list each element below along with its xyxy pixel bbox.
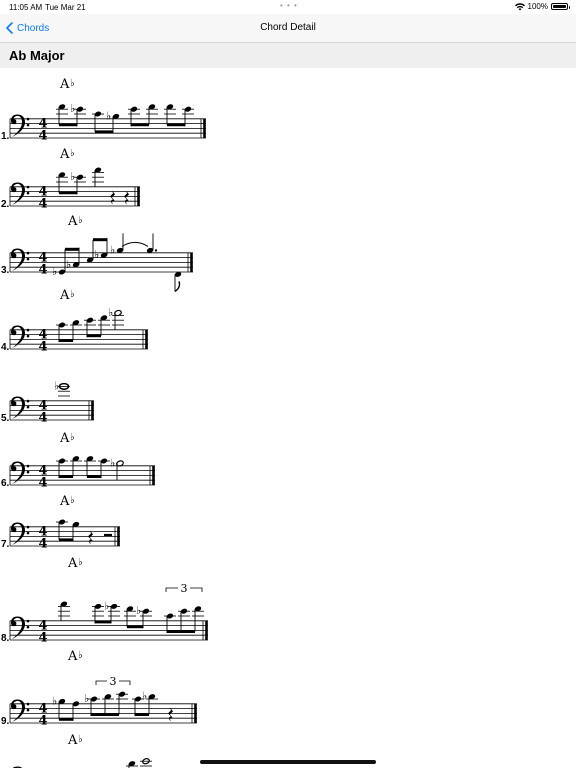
exercise-8: 8.A ♭♭ ♭3 <box>1 556 208 646</box>
exercise-number: 7. <box>1 539 10 550</box>
exercise-4: 4.A ♭♭ <box>1 288 148 355</box>
bass-clef-icon <box>11 522 30 546</box>
chord-symbol: A <box>67 733 78 748</box>
quarter-rest <box>124 190 129 205</box>
chord-symbol: A <box>67 214 78 229</box>
chord-flat: ♭ <box>78 650 83 661</box>
chord-flat: ♭ <box>78 734 83 745</box>
quarter-rest <box>110 190 115 205</box>
time-signature <box>38 618 48 646</box>
flat-accidental: ♭ <box>110 243 115 256</box>
bass-clef-icon <box>11 325 30 349</box>
flat-accidental: ♭ <box>142 690 147 703</box>
flat-accidental: ♭ <box>54 379 59 392</box>
flat-accidental: ♭ <box>136 604 141 617</box>
exercise-3: 3.A ♭♭♭♭ ♭ <box>1 214 193 292</box>
exercise-number: 1. <box>1 131 10 142</box>
tuplet-bracket <box>165 587 178 592</box>
chord-symbol: A <box>59 147 70 162</box>
chord-symbol: A <box>59 288 70 303</box>
bass-clef-icon <box>11 114 30 138</box>
bass-clef-icon <box>11 616 30 640</box>
exercise-number: 6. <box>1 478 10 489</box>
flat-accidental: ♭ <box>104 599 109 612</box>
tuplet-bracket <box>190 587 203 592</box>
chord-flat: ♭ <box>70 148 75 159</box>
time-signature <box>38 524 48 552</box>
chord-symbol: A <box>67 556 78 571</box>
flat-accidental: ♭ <box>52 694 57 707</box>
exercise-5: 5. ♭ <box>1 379 94 426</box>
time-signature <box>38 398 48 426</box>
flat-accidental: ♭ <box>70 170 75 183</box>
flat-accidental: ♭ <box>110 456 115 469</box>
tuplet-bracket <box>119 680 131 685</box>
quarter-rest <box>88 530 93 545</box>
flat-accidental: ♭ <box>52 265 57 278</box>
time-signature <box>38 184 48 212</box>
bass-clef-icon <box>11 248 30 272</box>
chord-flat: ♭ <box>70 78 75 89</box>
exercise-number: 5. <box>1 413 10 424</box>
flat-accidental: ♭ <box>84 692 89 705</box>
exercise-10: A ♭ <box>11 733 152 768</box>
chord-flat: ♭ <box>70 432 75 443</box>
quarter-rest <box>168 707 173 722</box>
tuplet-number: 3 <box>181 582 188 595</box>
chord-symbol: A <box>67 649 78 664</box>
exercise-9: 9.A ♭♭ ♭ ♭3 <box>1 649 197 729</box>
exercise-number: 9. <box>1 716 10 727</box>
bass-clef-icon <box>11 396 30 420</box>
tuplet-number: 3 <box>110 675 117 688</box>
exercise-number: 3. <box>1 265 10 276</box>
bass-clef-icon <box>11 699 30 723</box>
exercise-6: 6.A ♭♭ <box>1 431 155 491</box>
flat-accidental: ♭ <box>94 248 99 261</box>
half-rest <box>104 533 112 537</box>
exercise-number: 8. <box>1 633 10 644</box>
exercise-1: 1.A ♭♭♭ <box>1 77 206 144</box>
tuplet-bracket <box>95 680 107 685</box>
flat-accidental: ♭ <box>106 109 111 122</box>
chord-flat: ♭ <box>70 289 75 300</box>
exercise-number: 2. <box>1 199 10 210</box>
chord-symbol: A <box>59 494 70 509</box>
chord-flat: ♭ <box>78 557 83 568</box>
sheet-music: 4 4 1.A♭♭♭2.A♭♭3.A♭♭♭♭♭4.A♭♭5.♭6.A♭♭7.A♭… <box>1 77 208 768</box>
flat-accidental: ♭ <box>108 306 113 319</box>
time-signature <box>38 327 48 355</box>
chord-flat: ♭ <box>78 215 83 226</box>
time-signature <box>38 463 48 491</box>
time-signature <box>38 701 48 729</box>
note-flag <box>174 281 181 292</box>
time-signature <box>38 250 48 278</box>
chord-flat: ♭ <box>70 495 75 506</box>
exercise-7: 7. A ♭ <box>1 494 120 552</box>
bass-clef-icon <box>11 461 30 485</box>
chord-symbol: A <box>59 431 70 446</box>
flat-accidental: ♭ <box>66 258 71 271</box>
home-indicator[interactable] <box>200 760 376 764</box>
flat-accidental: ♭ <box>70 102 75 115</box>
chord-symbol: A <box>59 77 70 92</box>
exercise-2: 2. A ♭ ♭ <box>1 147 140 212</box>
bass-clef-icon <box>11 182 30 206</box>
dot <box>154 249 158 252</box>
tie <box>121 241 149 247</box>
exercise-number: 4. <box>1 342 10 353</box>
time-signature <box>38 116 48 144</box>
